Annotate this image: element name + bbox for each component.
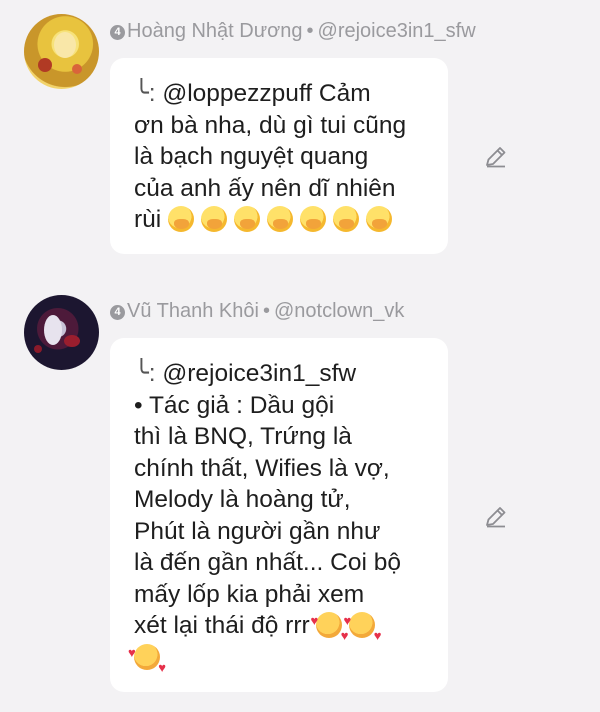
author-name[interactable]: Hoàng Nhật Dương (127, 20, 303, 42)
comment-text: ╰: @rejoice3in1_sfw • Tác giả : Dầu gội … (128, 358, 401, 684)
author-handle[interactable]: @notclown_vk (274, 300, 404, 322)
avatar[interactable] (24, 14, 99, 89)
comment-header: 4 Hoàng Nhật Dương • @rejoice3in1_sfw (110, 20, 476, 43)
comment-line: là bạch nguyệt quang (134, 143, 369, 170)
author-name[interactable]: Vũ Thanh Khôi (127, 300, 259, 322)
comment-line: Melody là hoàng tử, (134, 486, 351, 513)
hand-over-mouth-emoji (300, 206, 327, 232)
hand-over-mouth-emoji (201, 206, 228, 232)
comment-line: là đến gần nhất... Coi bộ (134, 549, 401, 576)
smiling-face-with-hearts-emoji (128, 637, 166, 684)
comment-line: của anh ấy nên dĩ nhiên (134, 174, 396, 202)
smiling-face-with-hearts-emoji (343, 605, 381, 652)
comment-line: @loppezzpuff Cảm (155, 80, 371, 107)
comment-line: @rejoice3in1_sfw (155, 360, 357, 387)
comment-line: chính thất, Wifies là vợ, (134, 454, 390, 482)
comment-line: Phút là người gần như (134, 517, 381, 545)
hand-over-mouth-emoji (267, 206, 294, 232)
level-badge: 4 (110, 25, 125, 40)
hand-over-mouth-emoji (333, 206, 360, 232)
edit-pencil-icon[interactable] (483, 144, 509, 170)
reply-marker: ╰: (134, 360, 156, 387)
comment-line: thì là BNQ, Trứng là (134, 423, 352, 450)
avatar[interactable] (24, 295, 99, 370)
separator-dot: • (306, 20, 314, 42)
edit-pencil-icon[interactable] (483, 504, 509, 530)
reply-marker: ╰: (134, 80, 156, 107)
comment-line: • Tác giả : Dầu gội (134, 391, 335, 419)
hand-over-mouth-emoji (366, 206, 393, 232)
comment-line: xét lại thái độ rrr (134, 612, 317, 639)
author-handle[interactable]: @rejoice3in1_sfw (318, 20, 476, 42)
comment-line: ơn bà nha, dù gì tui cũng (134, 111, 407, 139)
separator-dot: • (262, 300, 270, 322)
comment-text: ╰: @loppezzpuff Cảm ơn bà nha, dù gì tui… (134, 78, 406, 236)
hand-over-mouth-emoji (234, 206, 261, 232)
level-badge: 4 (110, 305, 125, 320)
hand-over-mouth-emoji (168, 206, 195, 232)
comment-header: 4 Vũ Thanh Khôi • @notclown_vk (110, 300, 404, 323)
smiling-face-with-hearts-emoji (310, 605, 348, 652)
comment-line: rùi (134, 206, 169, 233)
comment-line: mấy lốp kia phải xem (134, 580, 365, 608)
